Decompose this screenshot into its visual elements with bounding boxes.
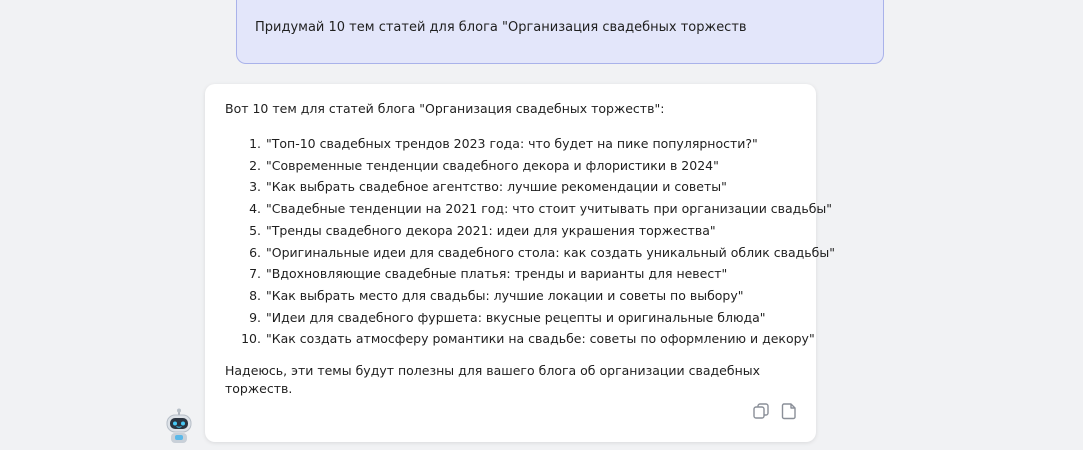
topic-item: 7. "Вдохновляющие свадебные платья: тренд… — [225, 263, 796, 285]
topic-list: 1. "Топ-10 свадебных трендов 2023 года: ч… — [225, 133, 835, 350]
topic-title: "Как выбрать место для свадьбы: лучшие л… — [266, 287, 744, 303]
message-actions — [752, 402, 798, 420]
topic-item: 9. "Идеи для свадебного фуршета: вкусные … — [225, 307, 796, 329]
document-icon[interactable] — [780, 402, 798, 420]
topic-number: 9. — [249, 309, 261, 325]
topic-title: "Вдохновляющие свадебные платья: тренды … — [266, 266, 728, 282]
topic-title: "Современные тенденции свадебного декора… — [266, 157, 719, 173]
topic-item: 3. "Как выбрать свадебное агентство: лучш… — [225, 176, 796, 198]
topic-title: "Топ-10 свадебных трендов 2023 года: что… — [266, 136, 758, 151]
topic-title: "Как выбрать свадебное агентство: лучшие… — [266, 179, 727, 195]
user-message-bubble: Придумай 10 тем статей для блога "Органи… — [236, 0, 884, 64]
topic-item: 1. "Топ-10 свадебных трендов 2023 года: ч… — [225, 133, 796, 155]
topic-title: "Оригинальные идеи для свадебного стола:… — [266, 244, 835, 260]
copy-icon[interactable] — [752, 402, 770, 420]
topic-number: 2. — [249, 157, 261, 173]
topic-title: "Тренды свадебного декора 2021: идеи для… — [266, 222, 716, 238]
user-message-text: Придумай 10 тем статей для блога "Органи… — [255, 20, 747, 35]
robot-avatar-icon — [166, 408, 192, 443]
assistant-closing-text: Надеюсь, эти темы будут полезны для ваше… — [225, 363, 761, 397]
topic-item: 10. "Как создать атмосферу романтики на с… — [225, 328, 815, 350]
topic-number: 6. — [249, 244, 261, 260]
topic-item: 6. "Оригинальные идеи для свадебного стол… — [225, 242, 835, 264]
topic-item: 2. "Современные тенденции свадебного деко… — [225, 155, 796, 177]
topic-number: 3. — [249, 179, 261, 195]
topic-title: "Свадебные тенденции на 2021 год: что ст… — [266, 201, 833, 217]
topic-item: 5. "Тренды свадебного декора 2021: идеи д… — [225, 220, 796, 242]
topic-number: 4. — [249, 201, 261, 217]
topic-title: "Как создать атмосферу романтики на свад… — [266, 331, 815, 347]
topic-title: "Идеи для свадебного фуршета: вкусные ре… — [266, 309, 766, 325]
topic-number: 10. — [241, 331, 261, 347]
assistant-intro-text: Вот 10 тем для статей блога "Организация… — [225, 101, 665, 116]
topic-item: 4. "Свадебные тенденции на 2021 год: что … — [225, 198, 832, 220]
topic-number: 7. — [249, 266, 261, 282]
topic-number: 5. — [249, 222, 261, 238]
assistant-message-bubble: Вот 10 тем для статей блога "Организация… — [205, 84, 835, 442]
topic-number: 8. — [249, 287, 261, 303]
topic-number: 1. — [249, 136, 261, 151]
topic-item: 8. "Как выбрать место для свадьбы: лучшие… — [225, 285, 796, 307]
